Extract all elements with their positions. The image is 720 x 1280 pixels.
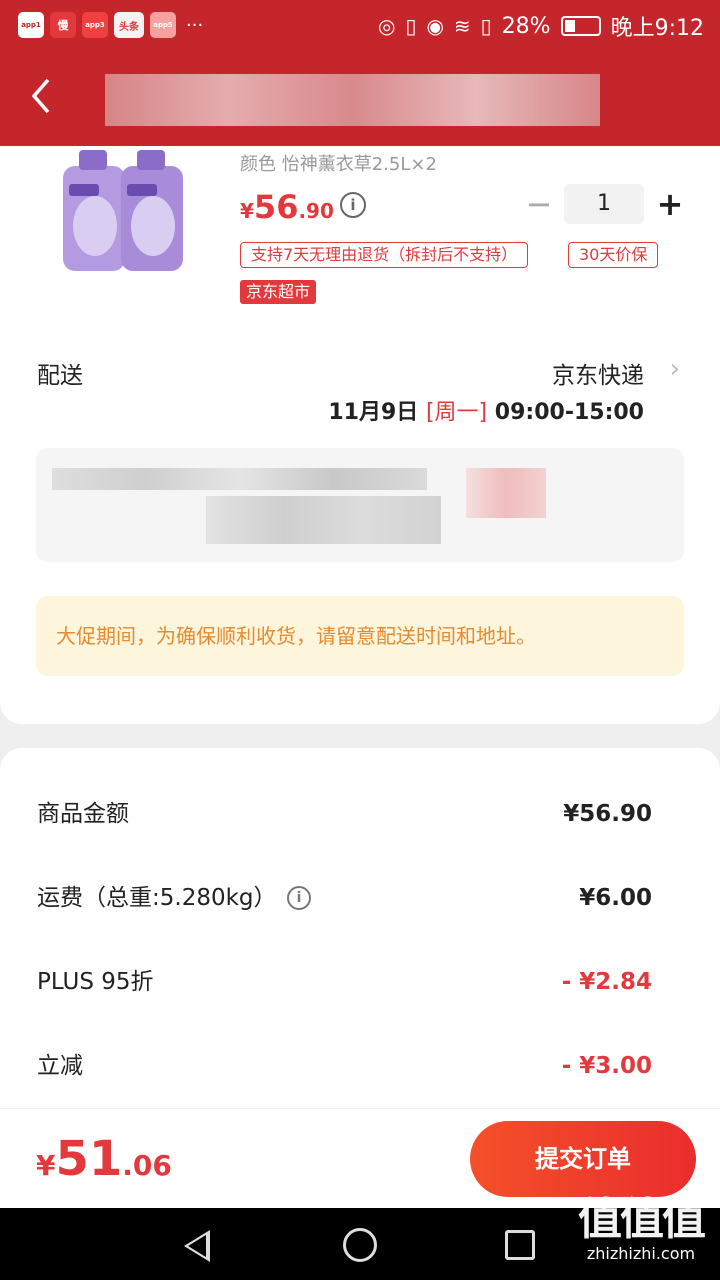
total-symbol: ¥: [36, 1149, 56, 1182]
price-summary-card: 商品金额 ¥56.90 运费（总重:5.280kg） i ¥6.00 PLUS …: [0, 748, 720, 1118]
watermark-logo: 值值值: [578, 1194, 706, 1245]
order-card: 颜色 怡神薰衣草2.5L×2 ¥56.90 i − 1 + 支持7天无理由退货（…: [0, 146, 720, 724]
notification-app-icon: app5: [150, 12, 176, 38]
battery-alert-icon: ▯: [480, 14, 492, 38]
goods-amount-value: ¥56.90: [563, 801, 652, 827]
nfc-icon: ◎: [377, 14, 396, 38]
delivery-date: 11月9日: [328, 400, 426, 425]
system-home-icon[interactable]: [343, 1228, 377, 1262]
notification-app-icon: app1: [18, 12, 44, 38]
product-image[interactable]: [55, 146, 195, 276]
quantity-plus-button[interactable]: +: [655, 184, 685, 224]
price-symbol: ¥: [240, 199, 254, 223]
price-protect-tag: 30天价保: [568, 242, 659, 268]
return-policy-tag: 支持7天无理由退货（拆封后不支持）: [240, 242, 529, 268]
delivery-label: 配送: [37, 363, 83, 389]
battery-icon: [560, 16, 601, 36]
notification-app-icon: app3: [82, 12, 108, 38]
delivery-method[interactable]: 京东快递: [552, 356, 644, 390]
goods-amount-label: 商品金额: [37, 801, 129, 827]
wifi-icon: ≋: [453, 14, 471, 38]
summary-row-goods: 商品金额 ¥56.90: [0, 794, 720, 834]
delivery-time[interactable]: 11月9日 [周一] 09:00-15:00: [328, 394, 644, 426]
more-notifications-icon: ···: [186, 14, 204, 36]
back-icon[interactable]: [28, 76, 58, 116]
submit-order-button[interactable]: 提交订单: [470, 1121, 696, 1197]
quantity-minus-button[interactable]: −: [525, 186, 553, 222]
nav-bar: [0, 52, 720, 146]
system-back-icon[interactable]: [184, 1230, 210, 1262]
blurred-address-tag: [466, 468, 546, 518]
vibrate-icon: ▯: [405, 14, 417, 38]
summary-row-instant: 立减 - ¥3.00: [0, 1046, 720, 1086]
status-bar: app1 慢 app3 头条 app5 ··· ◎ ▯ ◉ ≋ ▯ 28% 晚上…: [0, 0, 720, 52]
summary-row-plus: PLUS 95折 - ¥2.84: [0, 962, 720, 1002]
watermark: 值值值 zhizhizhi.com: [566, 1196, 716, 1280]
total-price: ¥51.06: [36, 1131, 172, 1187]
product-spec: 颜色 怡神薰衣草2.5L×2: [240, 154, 437, 175]
blurred-address-line: [52, 468, 427, 490]
clock: 晚上9:12: [610, 16, 704, 41]
instant-discount-value: - ¥3.00: [561, 1053, 652, 1079]
delivery-window: 09:00-15:00: [487, 400, 644, 425]
shipping-label: 运费（总重:5.280kg）: [37, 885, 277, 911]
product-price: ¥56.90: [240, 188, 334, 226]
total-integer: 51: [55, 1131, 123, 1187]
plus-discount-value: - ¥2.84: [561, 969, 652, 995]
shipping-value: ¥6.00: [579, 885, 652, 911]
delivery-weekday: [周一]: [425, 400, 488, 425]
address-box[interactable]: [36, 448, 684, 562]
notification-app-icon: 慢: [50, 12, 76, 38]
watermark-text: zhizhizhi.com: [586, 1244, 696, 1263]
checkout-bar: ¥51.06 提交订单: [0, 1108, 720, 1208]
price-decimal: .90: [298, 199, 334, 223]
battery-percent: 28%: [501, 13, 551, 39]
price-integer: 56: [253, 188, 299, 226]
notification-app-icon: 头条: [114, 12, 144, 38]
chevron-right-icon[interactable]: ›: [670, 354, 680, 384]
summary-row-shipping: 运费（总重:5.280kg） i ¥6.00: [0, 878, 720, 918]
instant-discount-label: 立减: [37, 1053, 83, 1079]
eye-icon: ◉: [426, 14, 444, 38]
promo-notice: 大促期间，为确保顺利收货，请留意配送时间和地址。: [36, 596, 684, 676]
quantity-input[interactable]: 1: [564, 184, 644, 224]
system-recents-icon[interactable]: [505, 1230, 535, 1260]
store-tag: 京东超市: [240, 280, 317, 304]
total-decimal: .06: [122, 1149, 172, 1182]
notification-icons: app1 慢 app3 头条 app5 ···: [18, 12, 203, 38]
blurred-title: [105, 74, 600, 126]
plus-discount-label: PLUS 95折: [37, 969, 154, 995]
price-info-icon[interactable]: i: [340, 192, 366, 218]
shipping-info-icon[interactable]: i: [287, 886, 311, 910]
blurred-address-line: [206, 496, 441, 544]
